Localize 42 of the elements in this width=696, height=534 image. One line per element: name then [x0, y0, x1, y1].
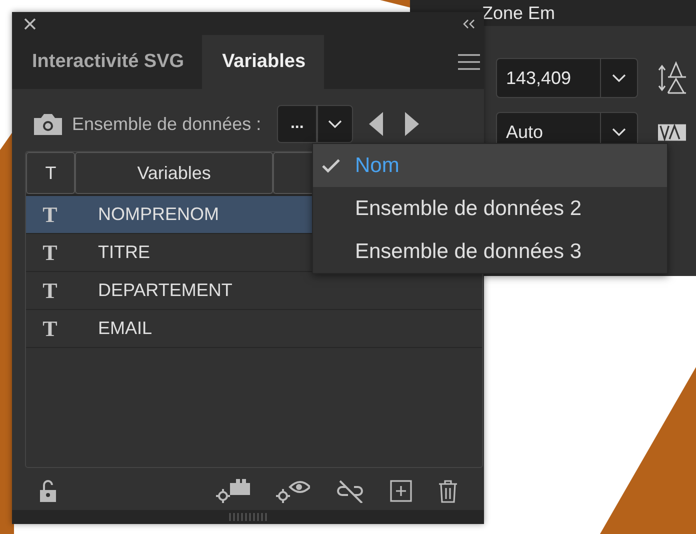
- broken-link-icon: [336, 479, 364, 504]
- type-glyph: T: [42, 316, 58, 342]
- type-glyph: T: [42, 278, 58, 304]
- gear-with-eye-icon: [276, 479, 310, 504]
- chevron-down-icon: [612, 128, 626, 136]
- add-button[interactable]: [390, 480, 412, 502]
- trash-icon: [438, 479, 458, 504]
- type-glyph: T: [42, 240, 58, 266]
- visibility-button[interactable]: [276, 479, 310, 504]
- chevron-down-icon: [612, 74, 626, 82]
- close-icon[interactable]: [24, 18, 36, 30]
- menu-item[interactable]: Nom: [313, 144, 667, 187]
- column-header[interactable]: T: [26, 152, 76, 194]
- panel-tab[interactable]: Variables: [202, 35, 324, 90]
- dataset-label: Ensemble de données :: [72, 114, 262, 135]
- checkmark-icon: [321, 158, 341, 174]
- unlink-button[interactable]: [336, 479, 364, 504]
- leading-field[interactable]: 143,409: [496, 58, 638, 98]
- variable-name: NOMPRENOM: [98, 204, 219, 226]
- unlocked-padlock-icon: [40, 480, 56, 502]
- plus-square-icon: [390, 480, 412, 502]
- resize-grip-icon[interactable]: [228, 513, 268, 522]
- left-triangle-icon: [369, 112, 384, 136]
- gear-with-block-icon: [216, 479, 250, 504]
- variable-name: TITRE: [98, 242, 150, 264]
- panel-title: Zone Em: [482, 2, 556, 24]
- variable-name: DEPARTEMENT: [98, 280, 232, 302]
- collapse-icon[interactable]: [462, 18, 476, 29]
- tracking-icon: [658, 124, 686, 140]
- menu-icon[interactable]: [458, 54, 480, 70]
- lock-button[interactable]: [40, 480, 56, 502]
- dataset-dropdown-toggle[interactable]: [317, 105, 354, 144]
- chevron-down-icon: [328, 120, 342, 128]
- leading-icon: [658, 61, 688, 95]
- right-triangle-icon: [405, 112, 420, 136]
- column-header[interactable]: Variables: [75, 152, 273, 194]
- capture-button[interactable]: [216, 479, 250, 504]
- variable-name: EMAIL: [98, 318, 152, 340]
- camera-icon[interactable]: [34, 113, 62, 136]
- delete-button[interactable]: [438, 479, 458, 504]
- type-glyph: T: [42, 202, 58, 228]
- dataset-dropdown[interactable]: ...: [277, 105, 318, 144]
